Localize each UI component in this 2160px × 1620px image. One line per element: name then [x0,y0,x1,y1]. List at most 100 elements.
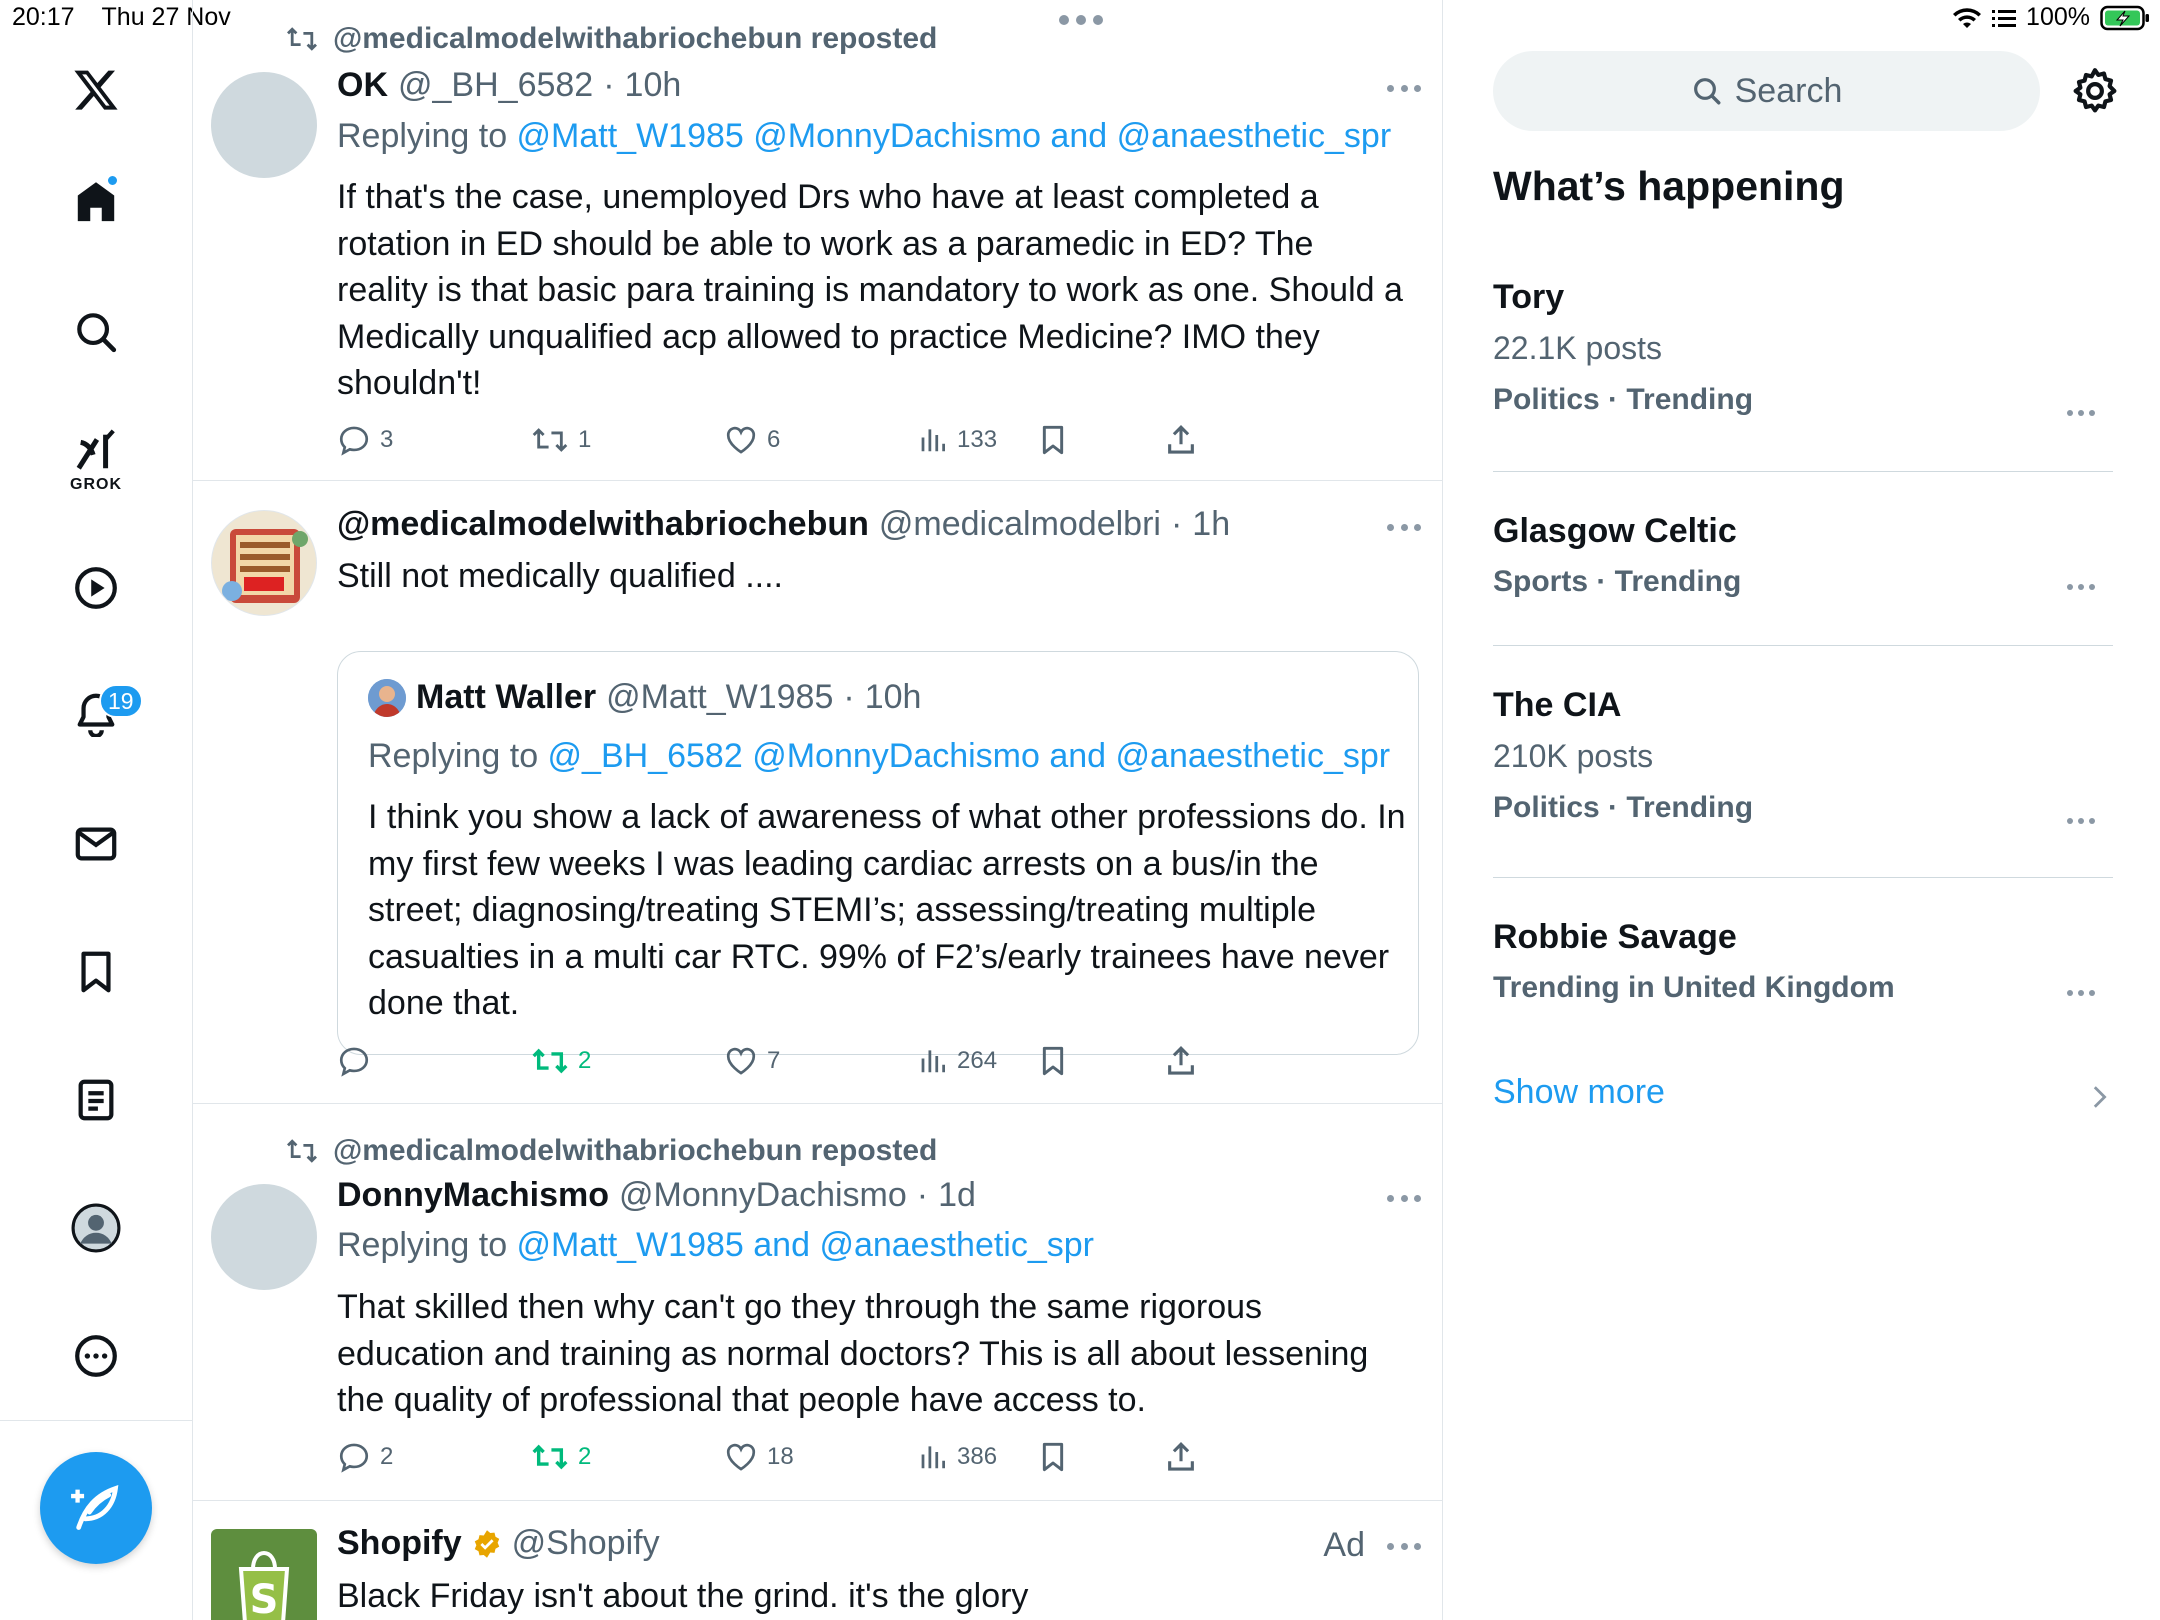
tweet-more-icon[interactable] [1387,1195,1421,1205]
settings-gear-icon[interactable] [2070,66,2120,116]
repost-count: 2 [578,1443,592,1470]
tweet-text: That skilled then why can't go they thro… [337,1288,1369,1419]
bookmark-button[interactable] [1037,1437,1069,1477]
replying-to-links[interactable]: @Matt_W1985 and @anaesthetic_spr [517,1226,1094,1264]
tweet-more-icon[interactable] [1387,524,1421,534]
tweet-ok[interactable]: @medicalmodelwithabriochebun reposted OK… [193,0,1442,481]
promoted-tweet-shopify[interactable]: S Shopify @Shopify Ad Black Friday isn't… [193,1501,1442,1620]
author-name[interactable]: DonnyMachismo [337,1176,609,1215]
tweet-time[interactable]: 1d [938,1176,976,1215]
video-play-icon[interactable] [66,558,126,618]
trend-item-the-cia[interactable]: The CIA 210K posts Politics · Trending [1493,686,2113,825]
replying-to-links[interactable]: @Matt_W1985 @MonnyDachismo and @anaesthe… [517,117,1392,155]
grok-nav-item[interactable]: GROK [66,426,126,496]
separator-dot: · [843,678,855,716]
views-button[interactable]: 264 [918,1041,997,1081]
trend-divider [1493,645,2113,646]
view-count: 386 [957,1443,998,1470]
repost-button[interactable]: 2 [531,1041,591,1081]
trend-divider [1493,471,2113,472]
views-chart-icon [921,429,945,452]
bookmark-icon [1042,425,1064,455]
trend-item-robbie-savage[interactable]: Robbie Savage Trending in United Kingdom [1493,918,2113,1005]
author-handle[interactable]: @Shopify [512,1524,660,1563]
share-button[interactable] [1164,1041,1198,1081]
trend-more-icon[interactable] [2067,410,2095,418]
repost-button[interactable]: 1 [531,420,591,460]
bookmark-button[interactable] [1037,420,1069,460]
tweet-medicalmodel[interactable]: @medicalmodelwithabriochebun @medicalmod… [193,481,1442,1104]
bookmarks-icon[interactable] [66,942,126,1002]
more-options-circle-icon[interactable] [66,1326,126,1386]
search-bar[interactable]: Search [1493,51,2040,131]
trend-more-icon[interactable] [2067,818,2095,826]
views-button[interactable]: 386 [918,1437,997,1477]
lists-icon[interactable] [66,1070,126,1130]
author-handle[interactable]: @MonnyDachismo [619,1176,907,1215]
trend-more-icon[interactable] [2067,584,2095,592]
gmc-avatar-image [222,529,308,603]
views-button[interactable]: 133 [918,420,997,460]
trend-category: Politics · Trending [1493,383,1754,416]
reply-button[interactable] [337,1041,371,1081]
tweet-time[interactable]: 1h [1192,505,1230,544]
sidebar-divider [0,1420,193,1421]
trend-item-tory[interactable]: Tory 22.1K posts Politics · Trending [1493,278,2113,417]
compose-post-button[interactable] [40,1452,152,1564]
author-handle[interactable]: @medicalmodelbri [879,505,1161,544]
avatar-gmc[interactable] [211,510,317,616]
search-icon [1693,78,1721,105]
replying-to-links[interactable]: @_BH_6582 @MonnyDachismo and @anaestheti… [548,737,1391,775]
author-name[interactable]: Shopify [337,1524,462,1563]
tweet-header: Shopify @Shopify [337,1524,660,1563]
separator-dot: · [603,66,615,104]
view-count: 264 [957,1047,998,1074]
tweet-more-icon[interactable] [1387,1543,1421,1553]
repost-button[interactable]: 2 [531,1437,591,1477]
heart-icon [726,426,756,454]
tweet-actions: 3 1 6 133 [337,420,1337,460]
share-button[interactable] [1164,1437,1198,1477]
tweet-more-icon[interactable] [1387,85,1421,95]
quoted-author-handle: @Matt_W1985 [606,678,834,716]
share-icon [1168,1046,1194,1075]
author-handle[interactable]: @_BH_6582 [398,66,593,105]
grok-label: GROK [70,476,122,493]
tweet-text: Still not medically qualified .... [337,557,783,595]
repost-icon [287,1139,317,1163]
show-more-link[interactable]: Show more [1493,1073,1665,1112]
quoted-tweet[interactable]: Matt Waller @Matt_W1985 · 10h Replying t… [337,651,1419,1055]
bookmark-button[interactable] [1037,1041,1069,1081]
like-button[interactable]: 6 [724,420,780,460]
trend-item-glasgow-celtic[interactable]: Glasgow Celtic Sports · Trending [1493,512,2113,599]
replying-prefix: Replying to [368,737,548,775]
tweet-donnymachismo[interactable]: @medicalmodelwithabriochebun reposted Do… [193,1104,1442,1501]
share-icon [1168,1442,1194,1471]
tweet-actions: 2 2 18 386 [337,1437,1337,1477]
reply-button[interactable]: 2 [337,1437,393,1477]
like-button[interactable]: 18 [724,1437,794,1477]
trend-more-icon[interactable] [2067,990,2095,998]
grok-icon [76,429,115,470]
like-button[interactable]: 7 [724,1041,780,1081]
profile-avatar-icon[interactable] [66,1198,126,1258]
search-icon[interactable] [66,302,126,362]
quoted-author-name: Matt Waller [416,678,597,716]
trend-title: Glasgow Celtic [1493,512,1737,550]
author-name[interactable]: @medicalmodelwithabriochebun [337,505,869,544]
avatar[interactable] [211,1184,317,1290]
share-icon [1168,425,1194,454]
avatar[interactable] [211,72,317,178]
x-logo-icon[interactable] [66,60,126,120]
author-name[interactable]: OK [337,66,388,105]
messages-envelope-icon[interactable] [66,814,126,874]
share-button[interactable] [1164,420,1198,460]
shopify-logo[interactable]: S [211,1529,317,1620]
tweet-time[interactable]: 10h [625,66,682,105]
reply-button[interactable]: 3 [337,420,393,460]
battery-percent: 100% [2026,3,2090,31]
trend-post-count: 22.1K posts [1493,330,1662,366]
views-chart-icon [921,1050,945,1073]
reply-icon [339,1443,369,1473]
repost-context-text: @medicalmodelwithabriochebun reposted [333,1134,938,1167]
